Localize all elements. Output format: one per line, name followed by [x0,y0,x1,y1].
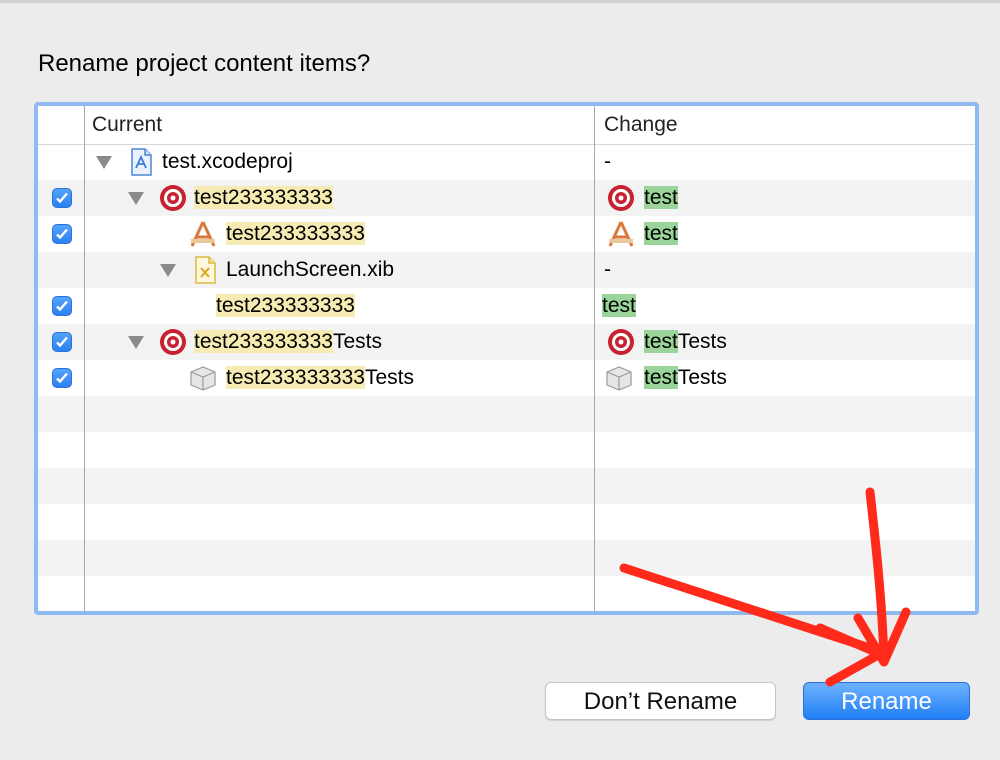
dont-rename-button[interactable]: Don’t Rename [545,682,776,720]
change-name: testTests [644,366,727,389]
table-row[interactable]: test233333333Tests testTests [38,360,975,396]
disclosure-triangle-icon[interactable] [160,264,176,277]
disclosure-triangle-icon[interactable] [128,336,144,349]
rename-button[interactable]: Rename [803,682,970,720]
current-name: test233333333Tests [194,330,382,353]
change-name: test [602,294,636,317]
target-icon [158,327,188,357]
table-row[interactable]: test233333333 test [38,216,975,252]
change-name: - [604,150,611,173]
empty-row [38,468,975,504]
current-name: LaunchScreen.xib [226,258,395,281]
table-row[interactable]: test233333333Tests testTests [38,324,975,360]
table-row[interactable]: test.xcodeproj - [38,144,975,180]
change-name: test [644,222,678,245]
table-row[interactable]: test233333333 test [38,180,975,216]
current-name: test233333333 [194,186,333,209]
table-header: Current Change [38,106,975,145]
empty-row [38,540,975,576]
current-name: test233333333Tests [226,366,414,389]
table-row[interactable]: test233333333 test [38,288,975,324]
target-icon [606,327,636,357]
column-header-change[interactable]: Change [604,106,678,144]
disclosure-triangle-icon[interactable] [128,192,144,205]
annotation-arrowhead-diagonal [815,623,885,687]
column-divider-change[interactable] [594,106,595,611]
empty-row [38,576,975,611]
change-name: - [604,258,611,281]
current-name: test233333333 [226,222,365,245]
include-checkbox[interactable] [52,188,72,208]
bundle-icon [188,363,218,393]
include-checkbox[interactable] [52,224,72,244]
empty-row [38,504,975,540]
column-header-current[interactable]: Current [92,106,162,144]
include-checkbox[interactable] [52,332,72,352]
empty-row [38,432,975,468]
table-body: test.xcodeproj - test233333333 test test… [38,144,975,611]
current-name: test.xcodeproj [162,150,293,173]
bundle-icon [604,363,634,393]
app-icon [606,219,636,249]
change-name: test [644,186,678,209]
rename-table[interactable]: Current Change test.xcodeproj - test2333… [34,102,979,615]
window-top-edge [0,0,1000,3]
annotation-arrowhead-vertical [853,607,911,667]
current-name: test233333333 [216,294,355,317]
include-checkbox[interactable] [52,296,72,316]
include-checkbox[interactable] [52,368,72,388]
target-icon [606,183,636,213]
empty-row [38,396,975,432]
table-row[interactable]: LaunchScreen.xib - [38,252,975,288]
change-name: testTests [644,330,727,353]
xcodeproj-icon [126,147,156,177]
column-divider-current [84,106,85,611]
app-icon [188,219,218,249]
xib-icon [190,255,220,285]
dialog-title: Rename project content items? [38,50,371,77]
target-icon [158,183,188,213]
disclosure-triangle-icon[interactable] [96,156,112,169]
